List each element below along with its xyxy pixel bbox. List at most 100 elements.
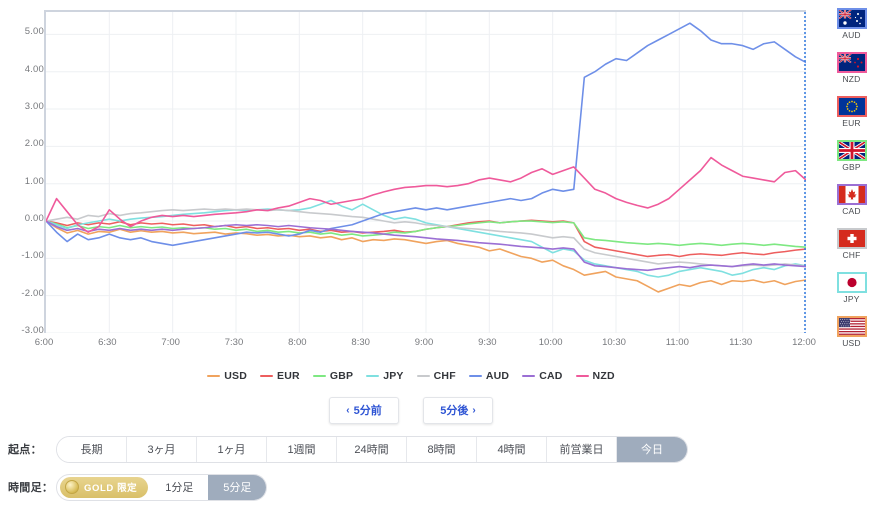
- legend-color-swatch: [366, 374, 380, 378]
- flag-cad-icon: [836, 184, 867, 205]
- x-axis-tick-label: 8:30: [351, 337, 370, 348]
- timeframe-label: 時間足：: [8, 482, 54, 494]
- legend-label: GBP: [329, 370, 354, 382]
- legend-item-aud[interactable]: AUD: [468, 370, 510, 382]
- flag-cell-gbp[interactable]: GBP: [826, 134, 877, 178]
- plot-area: [44, 10, 806, 333]
- x-axis-tick-label: 6:00: [34, 337, 54, 348]
- flag-cell-aud[interactable]: AUD: [826, 2, 877, 46]
- flag-caption: CAD: [842, 206, 861, 216]
- chart-navigation-row: ‹ 5分前 5分後 ›: [0, 394, 822, 426]
- legend-item-cad[interactable]: CAD: [522, 370, 562, 382]
- legend-item-gbp[interactable]: GBP: [312, 370, 354, 382]
- prev-5min-button[interactable]: ‹ 5分前: [329, 396, 399, 424]
- flag-cell-nzd[interactable]: NZD: [826, 46, 877, 90]
- flag-chf-icon: [836, 228, 867, 249]
- flag-usd-icon: [836, 316, 867, 337]
- flag-nzd-icon: [836, 52, 867, 73]
- legend-color-swatch: [522, 374, 536, 378]
- timeframe-segment-group: GOLD 限定 1分足 5分足: [56, 473, 268, 501]
- origin-option-8[interactable]: 今日: [617, 436, 687, 462]
- origin-option-6[interactable]: 4時間: [477, 436, 547, 462]
- y-axis-labels: 5.00 4.00 3.00 2.00 1.00 0.00 -1.00 -2.00 -3.00: [0, 0, 44, 345]
- x-axis-tick-label: 10:00: [538, 337, 563, 348]
- legend-item-usd[interactable]: USD: [207, 370, 247, 382]
- prev-5min-label: 5分前: [353, 405, 382, 417]
- x-axis-tick-label: 11:00: [665, 337, 689, 348]
- y-axis-tick-label: -2.00: [21, 287, 44, 299]
- flag-caption: USD: [842, 338, 861, 348]
- y-axis-tick-label: 0.00: [24, 213, 44, 225]
- legend-label: EUR: [277, 370, 300, 382]
- next-5min-label: 5分後: [440, 405, 469, 417]
- legend-item-jpy[interactable]: JPY: [366, 370, 403, 382]
- legend-label: USD: [224, 370, 248, 382]
- legend-label: NZD: [592, 370, 615, 382]
- flag-jpy-icon: [836, 272, 867, 293]
- origin-segment-group: 長期 3ヶ月 1ヶ月 1週間 24時間 8時間 4時間 前営業日 今日: [56, 435, 688, 463]
- timeframe-option-0[interactable]: 1分足: [150, 474, 209, 500]
- origin-option-4[interactable]: 24時間: [337, 436, 407, 462]
- timeframe-selector-row: 時間足： GOLD 限定 1分足 5分足: [0, 471, 268, 503]
- gold-limited-badge[interactable]: GOLD 限定: [60, 476, 149, 498]
- flag-caption: GBP: [842, 162, 861, 172]
- x-axis-tick-label: 9:30: [478, 337, 497, 348]
- origin-option-1[interactable]: 3ヶ月: [127, 436, 197, 462]
- x-axis-tick-label: 11:30: [729, 337, 753, 348]
- legend-color-swatch: [260, 374, 274, 378]
- legend-label: CHF: [433, 370, 456, 382]
- origin-option-7[interactable]: 前営業日: [547, 436, 617, 462]
- y-axis-tick-label: -1.00: [21, 250, 44, 262]
- x-axis-labels: 6:00 6:30 7:00 7:30 8:00 8:30 9:00 9:30 10:00 10:…: [35, 337, 816, 357]
- x-axis-tick-label: 9:00: [414, 337, 434, 348]
- x-axis-tick-label: 8:00: [288, 337, 307, 348]
- flag-caption: EUR: [842, 118, 861, 128]
- x-axis-tick-label: 6:30: [98, 337, 117, 348]
- flag-caption: AUD: [842, 30, 861, 40]
- legend-label: CAD: [539, 370, 563, 382]
- y-axis-tick-label: 2.00: [24, 138, 44, 150]
- flag-cell-usd[interactable]: USD: [826, 310, 877, 354]
- y-axis-tick-label: 1.00: [24, 175, 44, 187]
- legend-item-eur[interactable]: EUR: [260, 370, 300, 382]
- origin-option-2[interactable]: 1ヶ月: [197, 436, 267, 462]
- origin-selector-row: 起点： 長期 3ヶ月 1ヶ月 1週間 24時間 8時間 4時間 前営業日 今日: [0, 433, 688, 465]
- legend-color-swatch: [575, 374, 589, 378]
- flag-caption: NZD: [842, 74, 861, 84]
- origin-option-5[interactable]: 8時間: [407, 436, 477, 462]
- legend-color-swatch: [468, 374, 482, 378]
- flag-cell-cad[interactable]: CAD: [826, 178, 877, 222]
- flag-aud-icon: [836, 8, 867, 29]
- x-axis-tick-label: 7:00: [161, 337, 180, 348]
- legend-label: AUD: [485, 370, 510, 382]
- origin-label: 起点：: [8, 444, 42, 456]
- gold-coin-icon: [65, 480, 79, 494]
- currency-flag-panel: AUD NZD EUR GBP CAD CHF JPY USD: [826, 2, 877, 354]
- y-axis-tick-label: 4.00: [24, 63, 44, 75]
- flag-cell-eur[interactable]: EUR: [826, 90, 877, 134]
- flag-eur-icon: [836, 96, 867, 117]
- legend-color-swatch: [312, 374, 326, 378]
- chart-legend: USD EUR GBP JPY CHF AUD CAD NZD: [0, 366, 822, 386]
- currency-strength-chart-page: 5.00 4.00 3.00 2.00 1.00 0.00 -1.00 -2.00 -3.00 …: [0, 0, 877, 508]
- legend-item-chf[interactable]: CHF: [416, 370, 456, 382]
- flag-cell-jpy[interactable]: JPY: [826, 266, 877, 310]
- x-axis-tick-label: 12:00: [792, 337, 816, 348]
- origin-option-3[interactable]: 1週間: [267, 436, 337, 462]
- chevron-left-icon: ‹: [346, 404, 350, 416]
- y-axis-tick-label: -3.00: [21, 325, 44, 336]
- legend-item-nzd[interactable]: NZD: [575, 370, 615, 382]
- origin-option-0[interactable]: 長期: [57, 436, 127, 462]
- legend-color-swatch: [416, 374, 430, 378]
- chart-lines-svg: [46, 12, 806, 333]
- legend-color-swatch: [207, 374, 221, 378]
- flag-caption: JPY: [843, 294, 860, 304]
- next-5min-button[interactable]: 5分後 ›: [423, 396, 493, 424]
- flag-gbp-icon: [836, 140, 867, 161]
- legend-label: JPY: [383, 370, 404, 382]
- timeframe-option-1[interactable]: 5分足: [208, 474, 267, 500]
- flag-cell-chf[interactable]: CHF: [826, 222, 877, 266]
- flag-caption: CHF: [842, 250, 861, 260]
- gold-badge-label: GOLD 限定: [84, 483, 138, 494]
- y-axis-tick-label: 3.00: [24, 101, 44, 113]
